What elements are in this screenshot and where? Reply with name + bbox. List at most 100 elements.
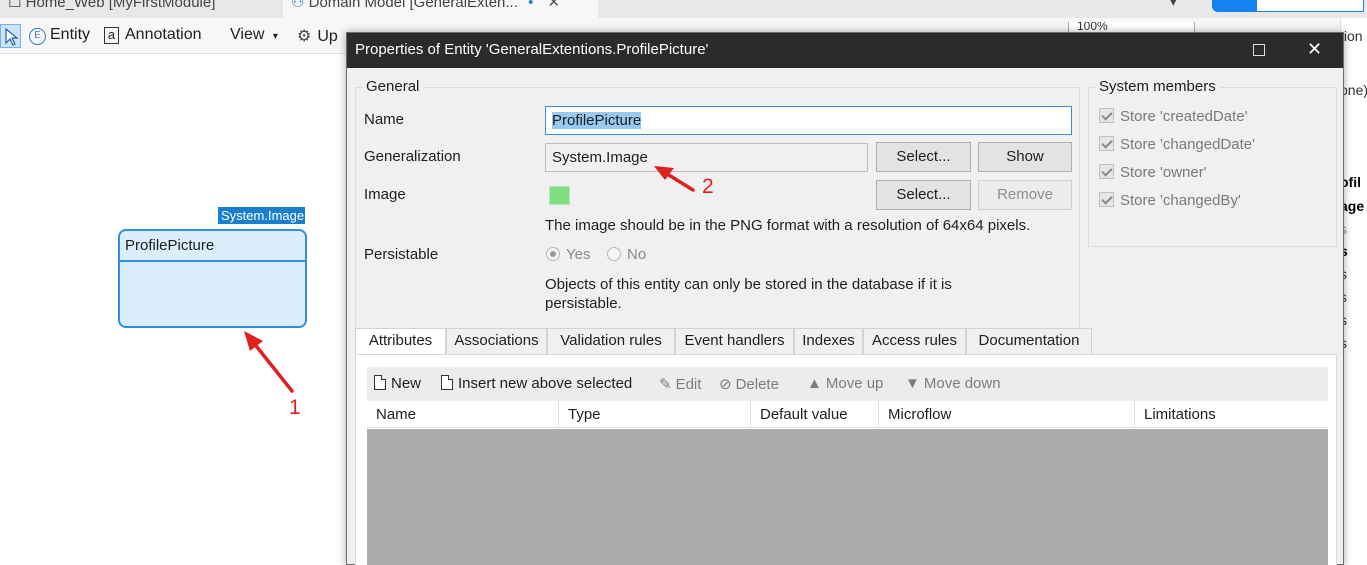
close-tab-icon[interactable]: ✕: [548, 0, 561, 11]
edit-attribute-button[interactable]: ✎ Edit: [659, 375, 701, 393]
view-menu-button[interactable]: View ▾: [230, 26, 278, 44]
annotation-label: Annotation: [125, 26, 202, 43]
tab-validation-rules[interactable]: Validation rules: [547, 328, 675, 354]
cursor-icon: [5, 27, 19, 46]
close-icon[interactable]: ✕: [1307, 39, 1322, 60]
delete-label: Delete: [735, 376, 779, 393]
generalization-tag: System.Image: [218, 207, 305, 224]
delete-attribute-button[interactable]: ⊘ Delete: [719, 375, 779, 393]
select-image-button[interactable]: Select...: [876, 180, 971, 210]
pane-text: one): [1340, 82, 1367, 98]
annotation-number-2: 2: [702, 175, 714, 198]
general-group: General Name ProfilePicture Generalizati…: [355, 78, 1080, 347]
dialog-title-bar[interactable]: Properties of Entity 'GeneralExtentions.…: [347, 33, 1343, 68]
select-tool-button[interactable]: [0, 24, 21, 48]
name-field[interactable]: ProfilePicture: [545, 106, 1072, 135]
entity-label: Entity: [50, 26, 91, 43]
attributes-grid-body[interactable]: [367, 429, 1328, 565]
update-button[interactable]: ⚙ Up: [297, 26, 338, 46]
tab-event-handlers[interactable]: Event handlers: [675, 328, 794, 354]
insert-label: Insert new above selected: [458, 375, 633, 392]
persistable-yes-radio[interactable]: Yes: [546, 246, 590, 263]
tab-label: Domain Model [GeneralExten...: [308, 0, 518, 11]
no-entry-icon: ⊘: [719, 376, 732, 393]
insert-document-icon: [441, 375, 453, 390]
insert-above-button[interactable]: Insert new above selected: [441, 375, 632, 392]
new-label: New: [391, 375, 422, 392]
view-label: View: [230, 26, 265, 43]
tab-associations[interactable]: Associations: [446, 328, 547, 354]
store-changed-by-checkbox[interactable]: Store 'changedBy': [1099, 192, 1241, 209]
run-button[interactable]: [1212, 0, 1260, 12]
attributes-grid-header: Name Type Default value Microflow Limita…: [367, 401, 1328, 428]
checkbox-label: Store 'owner': [1120, 164, 1207, 181]
store-owner-checkbox[interactable]: Store 'owner': [1099, 164, 1207, 181]
name-label: Name: [364, 111, 405, 128]
checkbox-label: Store 'changedBy': [1120, 192, 1241, 209]
persistable-label: Persistable: [364, 246, 439, 263]
checkbox-checked-icon: [1099, 108, 1114, 123]
generalization-field[interactable]: System.Image: [545, 143, 868, 172]
column-header-type[interactable]: Type: [559, 401, 751, 428]
checkbox-checked-icon: [1099, 164, 1114, 179]
tab-domain-model[interactable]: ⚇ Domain Model [GeneralExten... • ✕: [283, 0, 598, 18]
store-changed-date-checkbox[interactable]: Store 'changedDate': [1099, 136, 1255, 153]
select-generalization-button[interactable]: Select...: [876, 142, 971, 172]
search-box[interactable]: [1256, 0, 1364, 12]
checkbox-label: Store 'changedDate': [1120, 136, 1255, 153]
entity-icon: E: [29, 28, 46, 45]
column-header-limitations[interactable]: Limitations: [1135, 401, 1328, 428]
view-caret-icon: ▾: [272, 31, 278, 42]
move-up-button[interactable]: ▲ Move up: [807, 375, 883, 392]
add-entity-button[interactable]: E Entity: [29, 26, 90, 45]
system-members-legend: System members: [1095, 78, 1220, 95]
no-label: No: [627, 246, 647, 263]
name-value: ProfilePicture: [552, 112, 642, 129]
column-header-name[interactable]: Name: [367, 401, 559, 428]
persistable-note-line2: persistable.: [545, 295, 622, 312]
update-icon: ⚙: [297, 28, 312, 45]
annotation-icon: a: [104, 27, 119, 44]
new-document-icon: [374, 375, 386, 390]
tab-indexes[interactable]: Indexes: [794, 328, 863, 354]
annotation-number-1: 1: [289, 396, 301, 419]
column-header-default-value[interactable]: Default value: [751, 401, 879, 428]
attributes-panel: New Insert new above selected ✎ Edit ⊘ Del…: [355, 354, 1337, 565]
pencil-icon: ✎: [659, 376, 672, 393]
edit-label: Edit: [675, 376, 702, 393]
move-down-label: Move down: [923, 375, 1001, 392]
radio-selected-icon: [546, 247, 560, 261]
properties-pane: tion one) ofil age s s s s s s: [1340, 18, 1367, 565]
column-header-microflow[interactable]: Microflow: [879, 401, 1135, 428]
move-down-button[interactable]: ▼ Move down: [905, 375, 1001, 392]
entity-image-preview: [549, 186, 570, 205]
tab-home-web[interactable]: ☐ Home_Web [MyFirstModule]: [8, 0, 215, 18]
add-annotation-button[interactable]: a Annotation: [104, 26, 202, 44]
persistable-no-radio[interactable]: No: [607, 246, 646, 263]
new-attribute-button[interactable]: New: [374, 375, 421, 392]
checkbox-checked-icon: [1099, 192, 1114, 207]
tab-label: Home_Web [MyFirstModule]: [25, 0, 216, 11]
show-generalization-button[interactable]: Show: [978, 142, 1072, 172]
page-icon: ☐: [8, 0, 22, 11]
triangle-up-icon: ▲: [807, 375, 822, 392]
tab-overflow-chevron-icon[interactable]: ▾: [1170, 0, 1177, 10]
document-tab-bar: ☐ Home_Web [MyFirstModule] ⚇ Domain Mode…: [0, 0, 1367, 18]
tab-documentation[interactable]: Documentation: [966, 328, 1092, 354]
persistable-note-line1: Objects of this entity can only be store…: [545, 276, 952, 293]
entity-card[interactable]: ProfilePicture: [118, 229, 307, 328]
general-legend: General: [362, 78, 424, 95]
image-note: The image should be in the PNG format wi…: [545, 217, 1031, 234]
maximize-icon[interactable]: [1253, 44, 1265, 56]
generalization-label: Generalization: [364, 148, 461, 165]
yes-label: Yes: [566, 246, 591, 263]
unsaved-indicator: •: [528, 0, 534, 11]
image-label: Image: [364, 186, 406, 203]
domain-model-icon: ⚇: [291, 0, 305, 11]
radio-empty-icon: [607, 247, 621, 261]
tab-attributes[interactable]: Attributes: [355, 328, 446, 355]
remove-image-button[interactable]: Remove: [978, 180, 1072, 210]
tab-access-rules[interactable]: Access rules: [863, 328, 966, 354]
checkbox-checked-icon: [1099, 136, 1114, 151]
store-created-date-checkbox[interactable]: Store 'createdDate': [1099, 108, 1247, 125]
